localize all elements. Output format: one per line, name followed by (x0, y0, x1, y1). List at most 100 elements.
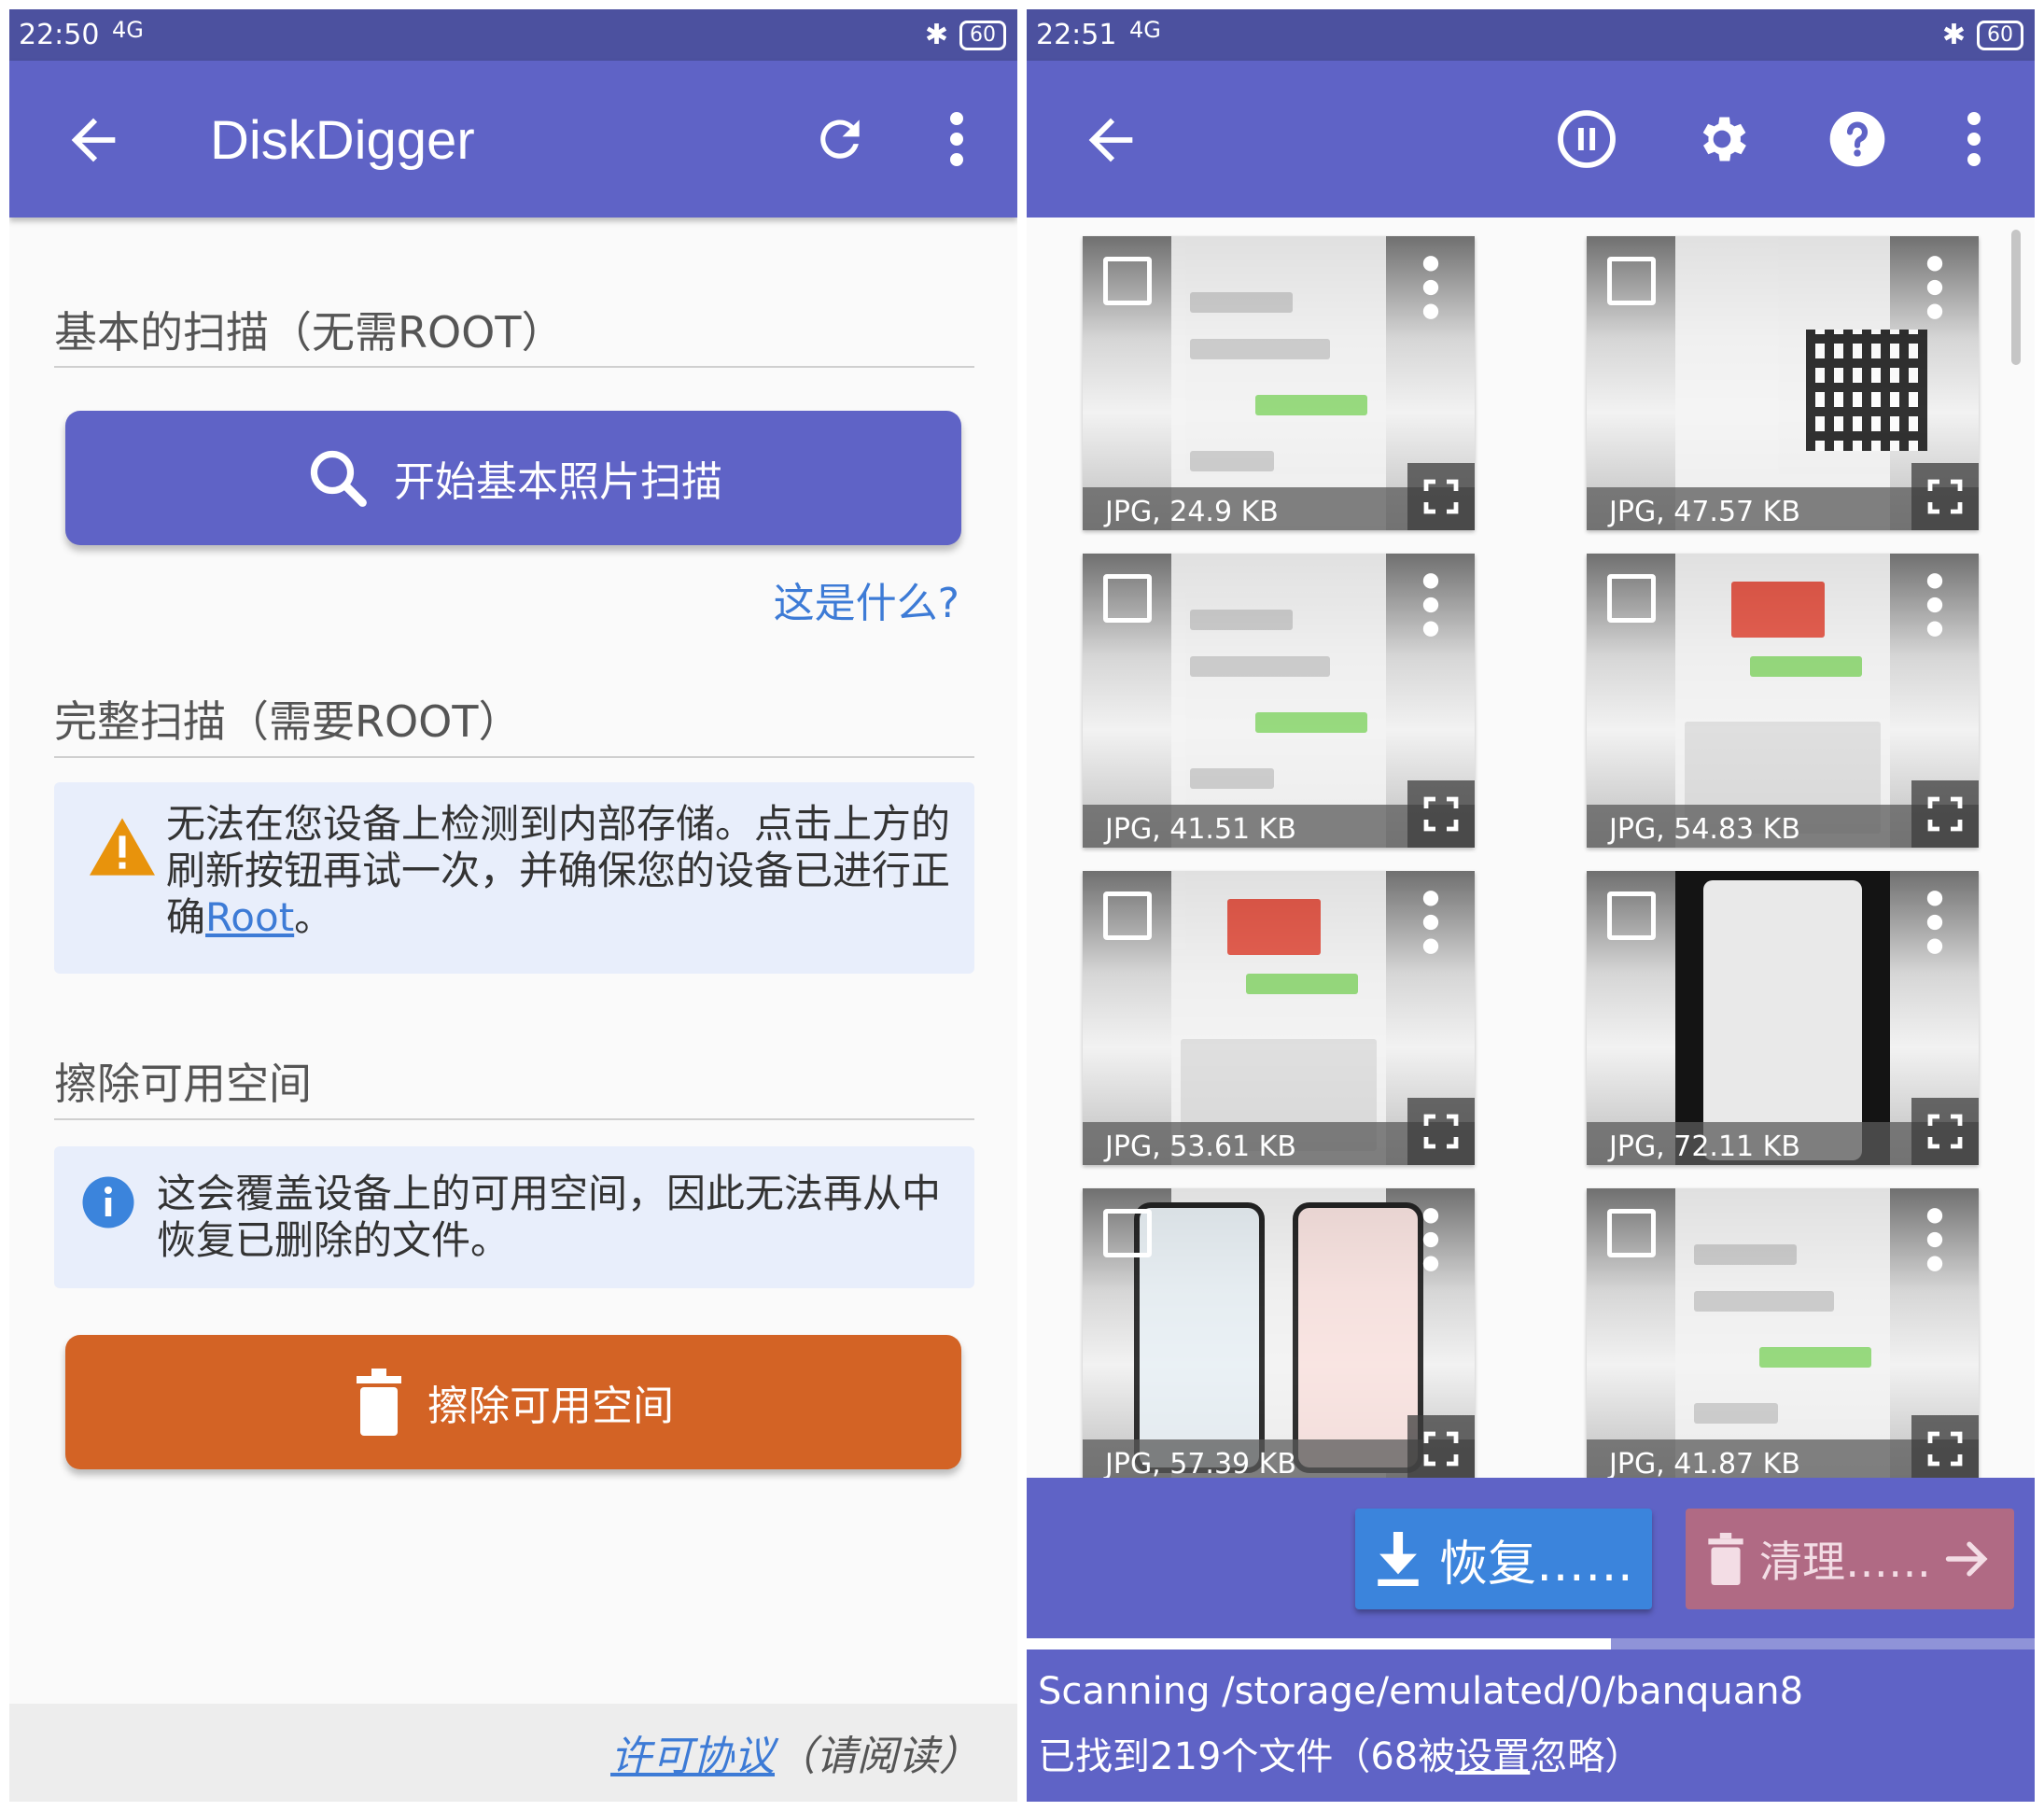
expand-button[interactable] (1911, 1098, 1979, 1165)
network-indicator: 4G (1129, 17, 1161, 43)
divider (54, 1118, 974, 1120)
overflow-menu-button[interactable] (919, 102, 994, 176)
thumbnail-detail (1750, 656, 1862, 677)
thumbnail-detail (1703, 880, 1862, 1160)
restore-button[interactable]: 恢复…… (1355, 1509, 1652, 1609)
thumbnail-detail (1731, 582, 1825, 638)
expand-icon (1927, 1114, 1963, 1149)
expand-button[interactable] (1407, 1098, 1475, 1165)
thumbnail-detail (1293, 1202, 1423, 1473)
file-thumbnail (1171, 236, 1386, 530)
pause-scan-button[interactable] (1549, 102, 1624, 176)
battery-indicator: 60 (1977, 20, 2023, 50)
app-title: DiskDigger (210, 110, 475, 171)
tile-menu-icon[interactable] (1924, 890, 1946, 955)
restore-label: 恢复…… (1438, 1536, 1633, 1593)
what-is-this-link[interactable]: 这是什么? (774, 569, 959, 629)
thumbnail-detail (1759, 1347, 1871, 1368)
tile-menu-icon[interactable] (1420, 572, 1442, 638)
back-arrow-icon[interactable] (1078, 107, 1143, 173)
action-bar: 恢复…… 清理…… (1027, 1478, 2035, 1638)
file-caption: JPG, 41.51 KB (1105, 813, 1296, 846)
refresh-button[interactable] (803, 102, 877, 176)
checkbox-icon[interactable] (1607, 574, 1656, 623)
file-caption: JPG, 54.83 KB (1609, 813, 1800, 846)
diskdigger-home-screen: 22:50 4G ✱ 60 DiskDigger 基本的扫描（无需ROOT） 开… (9, 9, 1017, 1802)
settings-button[interactable] (1685, 102, 1759, 176)
tile-menu-icon[interactable] (1924, 1207, 1946, 1272)
checkbox-icon[interactable] (1103, 574, 1152, 623)
expand-button[interactable] (1407, 1415, 1475, 1478)
file-tile[interactable]: JPG, 24.9 KB (1083, 236, 1475, 530)
qr-code-thumbnail (1806, 330, 1927, 451)
expand-icon (1423, 1431, 1459, 1467)
trash-icon (357, 1369, 401, 1436)
app-bar (1027, 61, 2035, 218)
grid-scrollbar[interactable] (2011, 230, 2021, 365)
wipe-info-text: 这会覆盖设备上的可用空间，因此无法再从中恢复已删除的文件。 (157, 1171, 942, 1263)
tile-menu-icon[interactable] (1924, 255, 1946, 320)
thumbnail-detail (1694, 1403, 1778, 1424)
file-tile[interactable]: JPG, 72.11 KB (1587, 871, 1979, 1165)
checkbox-icon[interactable] (1607, 257, 1656, 305)
license-link[interactable]: 许可协议 (610, 1733, 775, 1780)
info-icon (82, 1176, 134, 1228)
root-warning-text: 无法在您设备上检测到内部存储。点击上方的刷新按钮再试一次，并确保您的设备已进行正… (166, 801, 950, 941)
root-link[interactable]: Root (205, 894, 294, 940)
checkbox-icon[interactable] (1103, 1209, 1152, 1257)
expand-button[interactable] (1407, 780, 1475, 848)
file-thumbnail (1675, 871, 1890, 1165)
file-thumbnail (1675, 236, 1927, 530)
file-tile[interactable]: JPG, 47.57 KB (1587, 236, 1979, 530)
tile-menu-icon[interactable] (1420, 890, 1442, 955)
tile-menu-icon[interactable] (1924, 572, 1946, 638)
basic-scan-heading: 基本的扫描（无需ROOT） (54, 307, 565, 358)
file-tile[interactable]: JPG, 57.39 KB (1083, 1188, 1475, 1478)
file-caption: JPG, 41.87 KB (1609, 1448, 1800, 1478)
expand-button[interactable] (1911, 463, 1979, 530)
checkbox-icon[interactable] (1103, 891, 1152, 940)
bluetooth-icon: ✱ (1941, 19, 1966, 51)
root-warning-end: 。 (294, 894, 334, 940)
checkbox-icon[interactable] (1607, 891, 1656, 940)
pause-icon (1558, 110, 1616, 168)
overflow-menu-icon (950, 112, 963, 166)
file-tile[interactable]: JPG, 53.61 KB (1083, 871, 1475, 1165)
expand-button[interactable] (1407, 463, 1475, 530)
bluetooth-icon: ✱ (924, 19, 948, 51)
help-button[interactable] (1820, 102, 1895, 176)
start-basic-scan-button[interactable]: 开始基本照片扫描 (65, 411, 961, 545)
files-found-prefix: 已找到219个文件（68被 (1038, 1735, 1456, 1778)
clean-button[interactable]: 清理…… (1686, 1509, 2014, 1609)
trash-icon (1708, 1533, 1743, 1585)
arrow-right-icon (1945, 1541, 1988, 1577)
file-tile[interactable]: JPG, 41.87 KB (1587, 1188, 1979, 1478)
tile-menu-icon[interactable] (1420, 255, 1442, 320)
back-arrow-icon[interactable] (61, 107, 126, 173)
settings-gear-icon (1702, 117, 1746, 161)
file-tile[interactable]: JPG, 54.83 KB (1587, 554, 1979, 848)
footer: 许可协议（请阅读） (9, 1704, 1017, 1802)
status-icons: ✱ 60 (925, 19, 1006, 51)
full-scan-heading: 完整扫描（需要ROOT） (54, 696, 522, 747)
status-time: 22:51 (1036, 19, 1117, 51)
overflow-menu-button[interactable] (1937, 102, 2011, 176)
scan-status-panel: Scanning /storage/emulated/0/banquan8 已找… (1027, 1650, 2035, 1802)
file-thumbnail (1134, 1188, 1423, 1478)
settings-link[interactable]: 设置 (1455, 1735, 1530, 1778)
wipe-free-space-button[interactable]: 擦除可用空间 (65, 1335, 961, 1469)
file-caption: JPG, 57.39 KB (1105, 1448, 1296, 1478)
scan-progress-fill (1027, 1638, 1612, 1650)
file-caption: JPG, 53.61 KB (1105, 1130, 1296, 1163)
file-tile[interactable]: JPG, 41.51 KB (1083, 554, 1475, 848)
help-icon (1829, 111, 1885, 167)
checkbox-icon[interactable] (1607, 1209, 1656, 1257)
expand-icon (1927, 479, 1963, 514)
tile-menu-icon[interactable] (1420, 1207, 1442, 1272)
expand-button[interactable] (1911, 780, 1979, 848)
expand-button[interactable] (1911, 1415, 1979, 1478)
battery-indicator: 60 (959, 20, 1006, 50)
search-icon (310, 450, 367, 507)
file-caption: JPG, 72.11 KB (1609, 1130, 1800, 1163)
checkbox-icon[interactable] (1103, 257, 1152, 305)
